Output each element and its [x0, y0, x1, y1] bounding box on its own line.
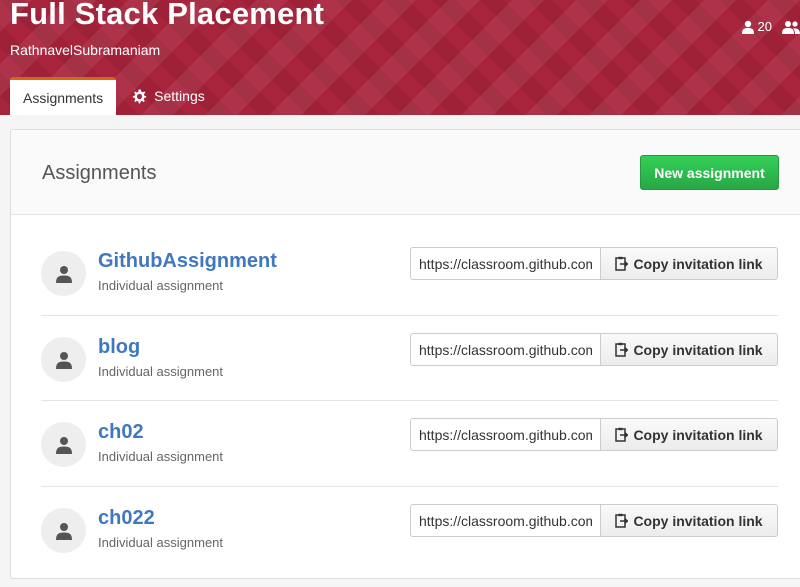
assignment-avatar — [41, 337, 86, 382]
assignment-avatar — [41, 508, 86, 553]
person-icon — [55, 351, 72, 369]
copy-invitation-link-button[interactable]: Copy invitation link — [600, 333, 778, 366]
assignment-row: GithubAssignment Individual assignment C… — [41, 244, 778, 330]
assignment-name[interactable]: blog — [98, 336, 140, 359]
organization-banner: Full Stack Placement RathnavelSubramania… — [0, 0, 800, 115]
assignment-row: ch02 Individual assignment Copy invitati… — [41, 415, 778, 501]
people-icon — [782, 20, 800, 34]
copy-button-label: Copy invitation link — [633, 512, 763, 529]
assignment-row: blog Individual assignment Copy invitati… — [41, 330, 778, 416]
assignment-type: Individual assignment — [98, 364, 224, 379]
assignment-name[interactable]: GithubAssignment — [98, 250, 277, 273]
copy-invitation-link-button[interactable]: Copy invitation link — [600, 504, 778, 537]
row-divider — [41, 486, 778, 487]
assignment-name[interactable]: ch022 — [98, 507, 155, 530]
assignment-avatar — [41, 251, 86, 296]
invitation-link-input[interactable] — [410, 418, 600, 451]
person-icon — [55, 265, 72, 283]
gear-icon — [133, 88, 147, 103]
organization-owner[interactable]: RathnavelSubramaniam — [10, 42, 160, 58]
teams-stat[interactable] — [782, 20, 800, 34]
tab-assignments-label: Assignments — [23, 89, 104, 106]
clipboard-icon — [615, 427, 629, 442]
copy-invitation-link-button[interactable]: Copy invitation link — [600, 247, 778, 280]
assignment-type: Individual assignment — [98, 535, 224, 550]
panel-header: Assignments New assignment — [11, 130, 800, 215]
invitation-link-input[interactable] — [410, 333, 600, 366]
assignment-type: Individual assignment — [98, 449, 224, 464]
assignment-name[interactable]: ch02 — [98, 421, 144, 444]
assignment-avatar — [41, 422, 86, 467]
copy-button-label: Copy invitation link — [633, 426, 763, 443]
copy-button-label: Copy invitation link — [633, 255, 763, 272]
clipboard-icon — [615, 513, 629, 528]
organization-stats: 20 — [741, 19, 800, 34]
clipboard-icon — [615, 256, 629, 271]
organization-tabs: Assignments Settings — [10, 77, 221, 115]
new-assignment-button[interactable]: New assignment — [640, 155, 779, 190]
invitation-link-input[interactable] — [410, 247, 600, 280]
assignment-row: ch022 Individual assignment Copy invitat… — [41, 501, 778, 587]
person-icon — [741, 20, 754, 34]
tab-assignments[interactable]: Assignments — [10, 77, 117, 115]
students-count: 20 — [757, 19, 772, 34]
person-icon — [55, 522, 72, 540]
row-divider — [41, 400, 778, 401]
person-icon — [55, 436, 72, 454]
tab-settings[interactable]: Settings — [116, 77, 221, 115]
tab-settings-label: Settings — [154, 88, 205, 104]
row-divider — [41, 315, 778, 316]
assignment-type: Individual assignment — [98, 278, 224, 293]
copy-invitation-link-button[interactable]: Copy invitation link — [600, 418, 778, 451]
panel-title: Assignments — [42, 162, 157, 184]
invitation-link-input[interactable] — [410, 504, 600, 537]
clipboard-icon — [615, 342, 629, 357]
organization-title: Full Stack Placement — [10, 0, 325, 31]
copy-button-label: Copy invitation link — [633, 341, 763, 358]
students-stat[interactable]: 20 — [741, 19, 772, 34]
